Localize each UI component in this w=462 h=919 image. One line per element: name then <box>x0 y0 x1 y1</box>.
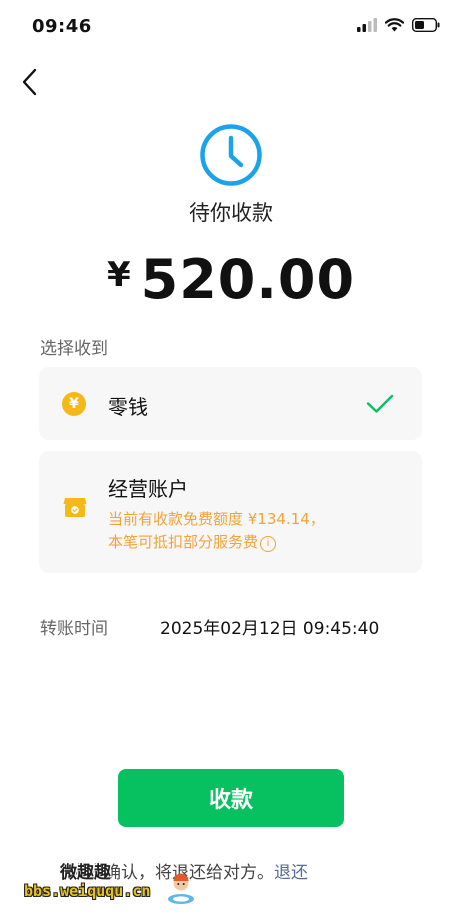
transfer-time-value: 2025年02月12日 09:45:40 <box>160 619 380 639</box>
pending-label: 待你收款 <box>189 201 273 225</box>
checkmark-icon <box>366 394 394 413</box>
watermark: 微趣趣 bbs.weiququ.cn <box>20 854 200 914</box>
option-business-label: 经营账户 <box>108 477 188 501</box>
business-account-note: 当前有收款免费额度 ¥134.14， 本笔可抵扣部分服务费 i <box>108 508 408 554</box>
wifi-icon <box>385 18 404 32</box>
option-change[interactable]: ¥ 零钱 <box>39 367 422 440</box>
status-icons <box>357 18 440 32</box>
amount: ¥520.00 <box>0 248 462 311</box>
info-icon[interactable]: i <box>260 536 277 552</box>
transfer-time-label: 转账时间 <box>40 619 108 639</box>
chevron-left-icon <box>22 68 37 96</box>
clock-icon <box>200 124 262 186</box>
watermark-line1: 微趣趣 <box>60 863 111 883</box>
battery-icon <box>412 18 440 32</box>
signal-icon <box>357 18 377 32</box>
coin-icon: ¥ <box>62 392 86 416</box>
section-label-receive-to: 选择收到 <box>40 339 108 359</box>
watermark-line2: bbs.weiququ.cn <box>24 882 151 900</box>
option-change-label: 零钱 <box>108 395 148 419</box>
business-note-line2: 本笔可抵扣部分服务费 <box>108 533 259 551</box>
store-icon <box>63 498 87 517</box>
business-note-line2-wrap: 本笔可抵扣部分服务费 i <box>108 531 408 554</box>
receive-button[interactable]: 收款 <box>118 769 344 827</box>
return-link[interactable]: 退还 <box>274 863 308 883</box>
status-time: 09:46 <box>32 16 92 37</box>
currency-symbol: ¥ <box>106 255 131 295</box>
amount-value: 520.00 <box>140 248 356 311</box>
option-business-account[interactable]: 经营账户 当前有收款免费额度 ¥134.14， 本笔可抵扣部分服务费 i <box>39 451 422 573</box>
status-bar: 09:46 <box>0 0 462 56</box>
mascot-icon <box>168 873 194 904</box>
back-button[interactable] <box>14 62 46 102</box>
business-note-line1: 当前有收款免费额度 ¥134.14， <box>108 510 325 528</box>
